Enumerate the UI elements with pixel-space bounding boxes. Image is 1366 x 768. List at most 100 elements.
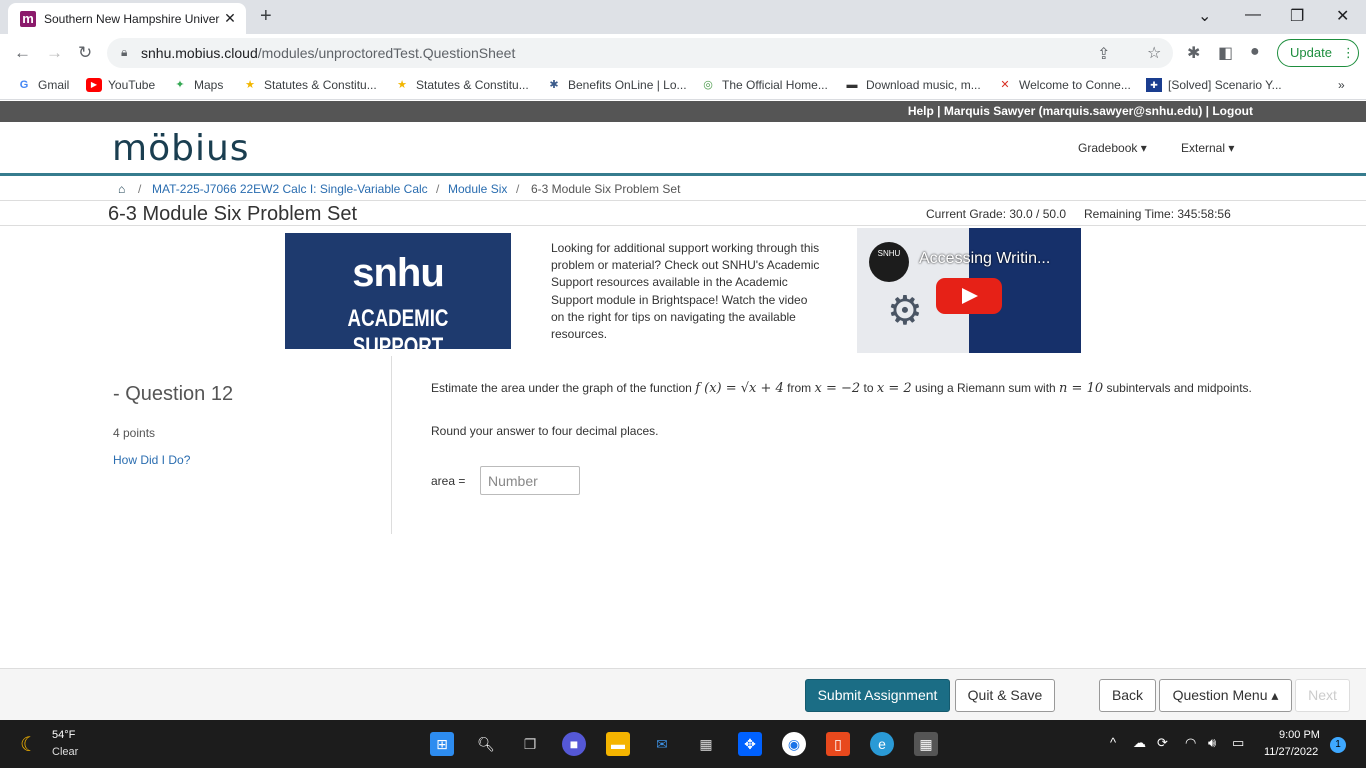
clock-time[interactable]: 9:00 PM xyxy=(1279,729,1320,741)
search-icon[interactable]: 🔍︎ xyxy=(474,732,498,756)
support-video-embed[interactable]: ⚙ SNHU Accessing Writin... xyxy=(857,228,1081,353)
address-bar[interactable]: 🔒︎ snhu.mobius.cloud/modules/unproctored… xyxy=(107,38,1173,68)
mail-icon[interactable]: ✉ xyxy=(650,732,674,756)
video-title[interactable]: Accessing Writin... xyxy=(919,250,1050,268)
quit-save-button[interactable]: Quit & Save xyxy=(955,679,1055,712)
start-windows-icon[interactable]: ⊞ xyxy=(430,732,454,756)
notification-badge[interactable]: 1 xyxy=(1330,737,1346,753)
bookmark-benefits-online[interactable]: ✱ Benefits OnLine | Lo... xyxy=(546,78,687,92)
bookmark-youtube[interactable]: ▶ YouTube xyxy=(86,78,155,92)
caret-down-icon: ▾ xyxy=(1228,141,1235,155)
edge-icon[interactable]: e xyxy=(870,732,894,756)
weather-temperature[interactable]: 54°F xyxy=(52,729,75,741)
bookmark-label: [Solved] Scenario Y... xyxy=(1168,78,1282,92)
bookmark-label: Download music, m... xyxy=(866,78,981,92)
kebab-menu-icon: ⋮ xyxy=(1341,45,1355,60)
forward-arrow-icon[interactable]: → xyxy=(46,43,63,63)
bookmark-maps[interactable]: ✦ Maps xyxy=(172,78,223,92)
url-host: snhu.mobius.cloud xyxy=(141,45,258,61)
bookmark-label: The Official Home... xyxy=(722,78,828,92)
update-button[interactable]: Update ⋮ xyxy=(1277,39,1359,67)
chat-icon[interactable]: ■ xyxy=(562,732,586,756)
mobius-logo[interactable]: möbius xyxy=(112,128,250,169)
office-icon[interactable]: ▯ xyxy=(826,732,850,756)
clock-date[interactable]: 11/27/2022 xyxy=(1264,746,1318,758)
minimize-icon[interactable]: — xyxy=(1245,6,1261,24)
back-button[interactable]: Back xyxy=(1099,679,1156,712)
side-panel-icon[interactable]: ◧ xyxy=(1218,43,1233,63)
user-bar-links[interactable]: Help | Marquis Sawyer (marquis.sawyer@sn… xyxy=(908,104,1253,118)
sync-icon[interactable]: ⟳ xyxy=(1157,735,1168,751)
question-menu-button[interactable]: Question Menu ▴ xyxy=(1159,679,1292,712)
question-heading[interactable]: - Question 12 xyxy=(113,383,233,406)
extensions-icon[interactable]: ✱ xyxy=(1187,43,1200,63)
calculator-icon[interactable]: ▦ xyxy=(914,732,938,756)
restore-icon[interactable]: ❐ xyxy=(1290,6,1304,26)
back-arrow-icon[interactable]: ← xyxy=(14,43,31,63)
external-label: External xyxy=(1181,141,1226,155)
bookmark-gmail[interactable]: G Gmail xyxy=(16,78,70,92)
share-icon[interactable]: ⇪ xyxy=(1097,44,1110,64)
chrome-icon[interactable]: ◉ xyxy=(782,732,806,756)
breadcrumb-module[interactable]: Module Six xyxy=(448,182,507,196)
prompt-from: from xyxy=(787,381,812,395)
close-window-icon[interactable]: ✕ xyxy=(1336,6,1349,26)
close-tab-icon[interactable]: ✕ xyxy=(220,10,240,27)
breadcrumb-course[interactable]: MAT-225-J7066 22EW2 Calc I: Single-Varia… xyxy=(152,182,428,196)
weather-description[interactable]: Clear xyxy=(52,746,78,758)
profile-avatar-icon[interactable]: ● xyxy=(1250,43,1260,61)
academic-support-text: ACADEMIC SUPPORT xyxy=(347,305,449,360)
file-explorer-icon[interactable]: ▬ xyxy=(606,732,630,756)
how-did-i-do-link[interactable]: How Did I Do? xyxy=(113,453,190,467)
reload-icon[interactable]: ↻ xyxy=(78,43,92,63)
snhu-channel-avatar[interactable]: SNHU xyxy=(869,242,909,282)
moon-weather-icon[interactable]: ☾ xyxy=(20,732,38,757)
update-label: Update xyxy=(1290,45,1332,60)
volume-icon[interactable]: 🔊︎ xyxy=(1208,735,1216,751)
home-icon[interactable]: ⌂ xyxy=(118,182,125,196)
url-path: /modules/unproctoredTest.QuestionSheet xyxy=(257,45,516,61)
battery-icon[interactable]: ▭ xyxy=(1232,735,1244,751)
dropbox-icon[interactable]: ✥ xyxy=(738,732,762,756)
bookmark-solved-scenario[interactable]: ✚ [Solved] Scenario Y... xyxy=(1146,78,1282,92)
breadcrumb: ⌂ / MAT-225-J7066 22EW2 Calc I: Single-V… xyxy=(0,179,1366,200)
task-view-icon[interactable]: ❐ xyxy=(518,732,542,756)
google-icon: G xyxy=(19,79,29,91)
bookmark-star-icon[interactable]: ☆ xyxy=(1147,43,1161,63)
tab-title: Southern New Hampshire Univer xyxy=(44,11,220,26)
browser-tab-strip: m Southern New Hampshire Univer ✕ + ⌄ — … xyxy=(0,0,1366,34)
gear-hand-icon: ⚙ xyxy=(887,289,923,333)
new-tab-icon[interactable]: + xyxy=(260,5,272,28)
breadcrumb-separator: / xyxy=(436,182,440,196)
url-text[interactable]: snhu.mobius.cloud/modules/unproctoredTes… xyxy=(141,45,515,61)
show-hidden-icons-icon[interactable]: ^ xyxy=(1110,735,1116,750)
bookmark-label: Benefits OnLine | Lo... xyxy=(568,78,687,92)
wifi-icon[interactable]: ◠ xyxy=(1185,735,1196,751)
onedrive-cloud-icon[interactable]: ☁ xyxy=(1133,735,1146,751)
bookmark-label: Maps xyxy=(194,78,224,92)
gradebook-menu[interactable]: Gradebook ▾ xyxy=(1078,141,1147,155)
external-menu[interactable]: External ▾ xyxy=(1181,141,1234,155)
mobius-favicon-icon: m xyxy=(20,10,36,27)
bookmark-statutes-1[interactable]: ★ Statutes & Constitu... xyxy=(242,78,377,92)
bookmark-welcome-connect[interactable]: ✕ Welcome to Conne... xyxy=(997,78,1130,92)
remaining-time: Remaining Time: 345:58:56 xyxy=(1084,207,1231,221)
user-bar: Help | Marquis Sawyer (marquis.sawyer@sn… xyxy=(0,101,1366,122)
browser-tab[interactable]: m Southern New Hampshire Univer ✕ xyxy=(8,3,246,34)
tab-search-chevron-icon[interactable]: ⌄ xyxy=(1198,6,1211,26)
next-button[interactable]: Next xyxy=(1295,679,1350,712)
prompt-start: Estimate the area under the graph of the… xyxy=(431,381,692,395)
youtube-play-icon[interactable] xyxy=(936,278,1002,314)
bookmark-official-home[interactable]: ◎ The Official Home... xyxy=(700,78,828,92)
bookmark-download-music[interactable]: ▬ Download music, m... xyxy=(844,78,981,92)
prompt-to: to xyxy=(863,381,874,395)
store-icon[interactable]: ▦ xyxy=(694,732,718,756)
download-music-icon: ▬ xyxy=(846,79,858,91)
bookmark-label: Statutes & Constitu... xyxy=(416,78,529,92)
snhu-wordmark: snhu xyxy=(352,251,445,295)
submit-assignment-button[interactable]: Submit Assignment xyxy=(805,679,950,712)
area-answer-input[interactable] xyxy=(480,466,580,495)
more-bookmarks-icon[interactable]: » xyxy=(1338,78,1345,92)
bookmark-statutes-2[interactable]: ★ Statutes & Constitu... xyxy=(394,78,529,92)
prompt-end: subintervals and midpoints. xyxy=(1106,381,1252,395)
